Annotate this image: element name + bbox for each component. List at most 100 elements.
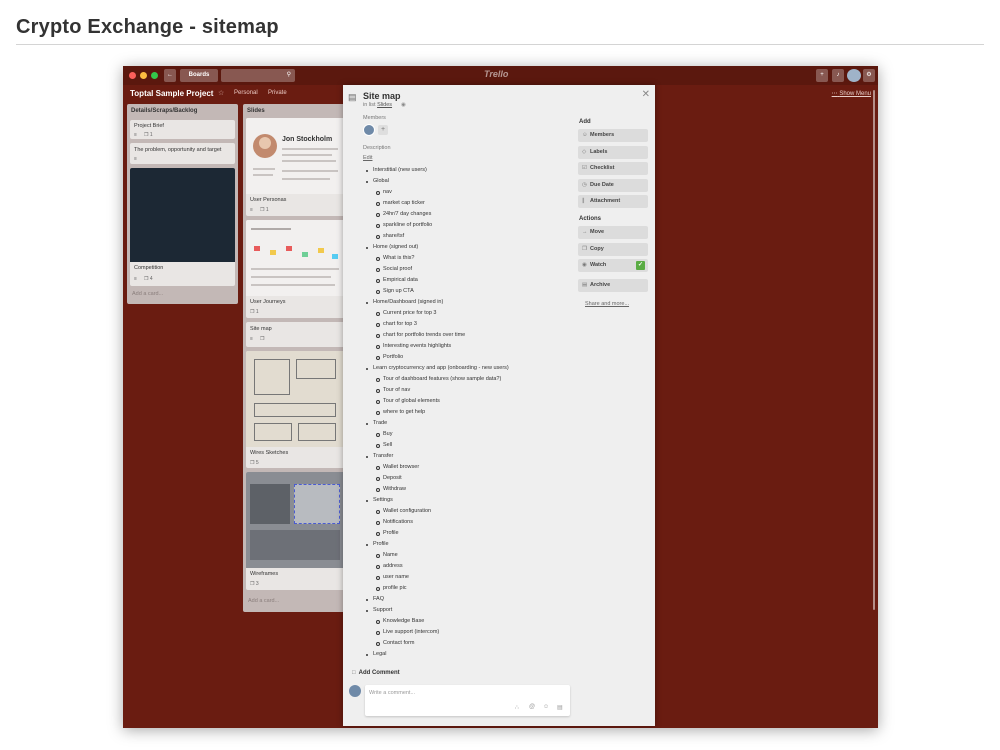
sitemap-subitem: Contact form bbox=[363, 638, 583, 649]
wireframe-thumbnail bbox=[246, 472, 345, 568]
page: Crypto Exchange - sitemap ← Boards ⚲ Tre… bbox=[0, 0, 1000, 750]
board-scrollbar[interactable] bbox=[873, 90, 875, 610]
copy-icon: ❐ bbox=[582, 245, 587, 252]
checklist-button[interactable]: ☑ Checklist bbox=[578, 162, 648, 175]
board-team-personal[interactable]: Personal bbox=[234, 90, 258, 96]
card-detail-title[interactable]: Site map bbox=[363, 91, 401, 101]
card-wires-sketches[interactable]: Wires Sketches ❐ 5 bbox=[246, 351, 345, 468]
sitemap-subitem: Name bbox=[363, 550, 583, 561]
search-icon: ⚲ bbox=[286, 72, 291, 78]
add-member-button[interactable]: + bbox=[378, 125, 388, 135]
board-visibility-private[interactable]: Private bbox=[268, 90, 287, 96]
sitemap-subitem: Empirical data bbox=[363, 275, 583, 286]
card-wireframes[interactable]: Wireframes ❐ 3 bbox=[246, 472, 345, 590]
persona-slide-thumbnail: Jon Stockholm bbox=[246, 118, 345, 194]
boards-button[interactable]: Boards bbox=[180, 69, 218, 82]
emoji-icon[interactable]: ☺ bbox=[543, 704, 549, 710]
copy-button[interactable]: ❐ Copy bbox=[578, 242, 648, 256]
comment-avatar bbox=[349, 685, 361, 697]
sitemap-subitem: Current price for top 3 bbox=[363, 308, 583, 319]
button-label: Archive bbox=[590, 281, 611, 288]
attachment-button[interactable]: ∥ Attachment bbox=[578, 195, 648, 208]
archive-button[interactable]: ▤ Archive bbox=[578, 278, 648, 292]
attachment-count: ❐ 4 bbox=[144, 276, 153, 282]
card-project-brief[interactable]: Project Brief ≡ ❐ 1 bbox=[130, 120, 235, 139]
list-name-link[interactable]: Slides bbox=[377, 102, 392, 108]
minimize-window-button[interactable] bbox=[140, 72, 147, 79]
plus-icon[interactable]: + bbox=[816, 69, 828, 82]
at-mention-icon[interactable]: @ bbox=[529, 704, 535, 710]
eye-icon: ◉ bbox=[401, 102, 406, 108]
button-label: Move bbox=[590, 229, 605, 235]
bell-icon[interactable]: ♪ bbox=[832, 69, 844, 82]
ellipsis-icon: ⋯ bbox=[831, 91, 838, 97]
sitemap-subitem: Wallet browser bbox=[363, 462, 583, 473]
board-title[interactable]: Toptal Sample Project bbox=[130, 89, 213, 98]
in-list-prefix: in list bbox=[363, 102, 376, 108]
card-competition[interactable]: Competition ≡ ❐ 4 bbox=[130, 168, 235, 286]
user-avatar[interactable] bbox=[847, 69, 861, 82]
close-window-button[interactable] bbox=[129, 72, 136, 79]
comment-icon: □ bbox=[352, 670, 356, 676]
description-icon: ≡ bbox=[134, 132, 137, 138]
card-list-info: in list Slides bbox=[363, 102, 392, 108]
attachment-count: ❐ 3 bbox=[250, 581, 259, 587]
edit-description-link[interactable]: Edit bbox=[363, 155, 372, 161]
card-user-personas[interactable]: Jon Stockholm User Personas ≡ ❐ 1 bbox=[246, 118, 345, 216]
card-title: Wires Sketches bbox=[250, 450, 289, 456]
back-arrow-icon[interactable]: ← bbox=[164, 69, 176, 82]
button-label: Attachment bbox=[590, 198, 621, 204]
card-link-icon[interactable]: ▤ bbox=[557, 704, 563, 711]
card-title: Site map bbox=[250, 326, 272, 332]
sitemap-subitem: Sign up CTA bbox=[363, 286, 583, 297]
attachment-count: ❐ bbox=[260, 336, 265, 342]
card-title: The problem, opportunity and target bbox=[134, 147, 222, 153]
search-input[interactable]: ⚲ bbox=[221, 69, 295, 82]
paperclip-icon[interactable]: ∴ bbox=[515, 704, 519, 711]
due-date-button[interactable]: ◷ Due Date bbox=[578, 178, 648, 192]
labels-button[interactable]: ◇ Labels bbox=[578, 145, 648, 159]
watch-checked-icon: ✓ bbox=[636, 261, 645, 270]
card-site-map[interactable]: Site map ≡ ❐ bbox=[246, 322, 345, 347]
member-avatar[interactable] bbox=[363, 124, 375, 136]
sitemap-subitem: Social proof bbox=[363, 264, 583, 275]
sitemap-section: Learn cryptocurrency and app (onboarding… bbox=[363, 363, 583, 374]
list-details-backlog: Details/Scraps/Backlog Project Brief ≡ ❐… bbox=[127, 104, 238, 304]
persona-name: Jon Stockholm bbox=[282, 136, 333, 143]
card-sidebar: Add ☺ Members ◇ Labels ☑ Checklist ◷ Due Date ∥ A… bbox=[578, 85, 650, 726]
card-user-journeys[interactable]: User Journeys ❐ 1 bbox=[246, 220, 345, 318]
trello-logo: Trello bbox=[484, 69, 509, 79]
card-problem-opportunity[interactable]: The problem, opportunity and target ≡ bbox=[130, 143, 235, 164]
sitemap-subitem: Tour of global elements bbox=[363, 396, 583, 407]
paperclip-icon: ∥ bbox=[582, 198, 585, 204]
comment-box: ∴ @ ☺ ▤ bbox=[365, 685, 570, 716]
maximize-window-button[interactable] bbox=[151, 72, 158, 79]
title-divider bbox=[16, 44, 984, 45]
sitemap-subitem: chart for top 3 bbox=[363, 319, 583, 330]
show-menu-link[interactable]: ⋯ Show Menu bbox=[832, 90, 871, 97]
description-icon: ≡ bbox=[250, 207, 253, 213]
star-icon[interactable]: ☆ bbox=[218, 89, 224, 97]
add-card-link[interactable]: Add a card... bbox=[248, 598, 279, 604]
settings-icon[interactable]: ⚙ bbox=[863, 69, 875, 82]
app-window: ← Boards ⚲ Trello + ♪ ⚙ Toptal Sample Pr… bbox=[123, 66, 878, 728]
card-title: Project Brief bbox=[134, 123, 164, 129]
sitemap-section: Legal bbox=[363, 649, 583, 660]
watch-button[interactable]: ◉ Watch ✓ bbox=[578, 259, 648, 272]
members-label: Members bbox=[363, 115, 386, 121]
attachment-count: ❐ 1 bbox=[144, 132, 153, 138]
add-card-link[interactable]: Add a card... bbox=[132, 291, 163, 297]
person-icon: ☺ bbox=[582, 132, 588, 138]
card-title: User Personas bbox=[250, 197, 287, 203]
card-icon: ▤ bbox=[348, 92, 357, 102]
sitemap-subitem: user name bbox=[363, 572, 583, 583]
description-icon: ≡ bbox=[134, 156, 137, 162]
comment-input[interactable] bbox=[369, 688, 559, 698]
button-label: Checklist bbox=[590, 165, 615, 171]
members-button[interactable]: ☺ Members bbox=[578, 129, 648, 142]
card-title: User Journeys bbox=[250, 299, 286, 305]
description-icon: ≡ bbox=[134, 276, 137, 282]
move-button[interactable]: → Move bbox=[578, 226, 648, 239]
share-and-more-link[interactable]: Share and more... bbox=[585, 301, 629, 307]
sitemap-subitem: Tour of dashboard features (show sample … bbox=[363, 374, 583, 385]
